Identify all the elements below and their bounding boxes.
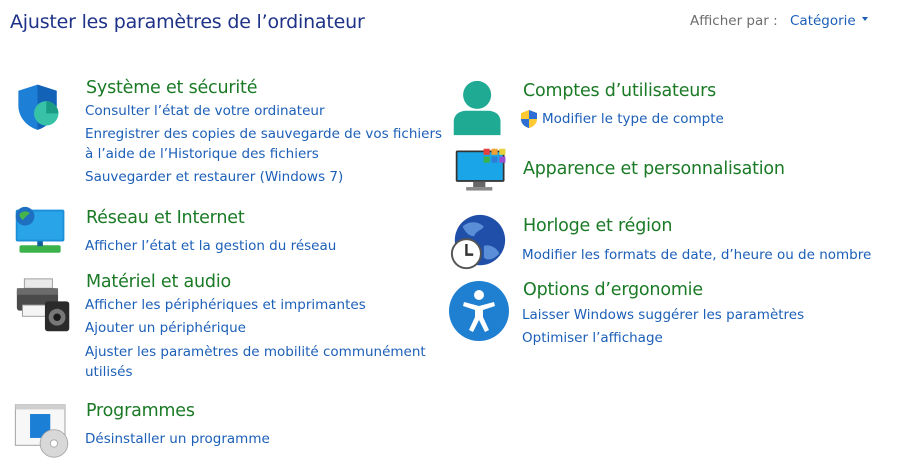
network-status-link[interactable]: Afficher l’état et la gestion du réseau [85,236,336,256]
appearance-heading[interactable]: Apparence et personnalisation [523,159,785,179]
network-internet-heading[interactable]: Réseau et Internet [86,208,245,228]
view-by: Afficher par : Catégorie [690,13,868,29]
view-computer-status-link[interactable]: Consulter l’état de votre ordinateur [85,101,325,121]
add-device-link[interactable]: Ajouter un périphérique [85,318,246,338]
let-windows-suggest-link[interactable]: Laisser Windows suggérer les paramètres [522,305,804,325]
page-title: Ajuster les paramètres de l’ordinateur [10,11,365,33]
shield-icon[interactable] [14,82,68,136]
programs-disc-icon[interactable] [12,403,72,460]
ease-of-access-heading[interactable]: Options d’ergonomie [523,280,703,300]
view-by-dropdown[interactable]: Catégorie [790,13,868,29]
monitor-palette-icon[interactable] [450,147,512,201]
programs-heading[interactable]: Programmes [86,401,195,421]
chevron-down-icon [861,17,868,21]
globe-clock-icon[interactable] [448,213,510,273]
system-security-heading[interactable]: Système et sécurité [86,78,257,98]
optimize-display-link[interactable]: Optimiser l’affichage [522,328,663,348]
change-account-type-link[interactable]: Modifier le type de compte [542,109,724,129]
view-by-label: Afficher par : [690,13,778,29]
user-accounts-heading[interactable]: Comptes d’utilisateurs [523,81,716,101]
network-globe-icon[interactable] [12,205,70,263]
view-by-value: Catégorie [790,13,856,29]
date-time-formats-link[interactable]: Modifier les formats de date, d’heure ou… [522,245,871,265]
printer-speaker-icon[interactable] [14,277,74,335]
accessibility-icon[interactable] [448,280,510,342]
uninstall-program-link[interactable]: Désinstaller un programme [85,429,270,449]
file-history-backup-link-line2[interactable]: à l’aide de l’Historique des fichiers [85,144,319,164]
mobility-settings-link[interactable]: Ajuster les paramètres de mobilité commu… [85,342,426,362]
file-history-backup-link[interactable]: Enregistrer des copies de sauvegarde de … [85,124,442,144]
mobility-settings-link-line2[interactable]: utilisés [85,362,132,382]
clock-region-heading[interactable]: Horloge et région [523,216,672,236]
hardware-sound-heading[interactable]: Matériel et audio [86,272,231,292]
backup-restore-link[interactable]: Sauvegarder et restaurer (Windows 7) [85,167,343,187]
uac-shield-icon [521,110,537,128]
user-icon[interactable] [450,78,508,138]
devices-printers-link[interactable]: Afficher les périphériques et imprimante… [85,295,366,315]
